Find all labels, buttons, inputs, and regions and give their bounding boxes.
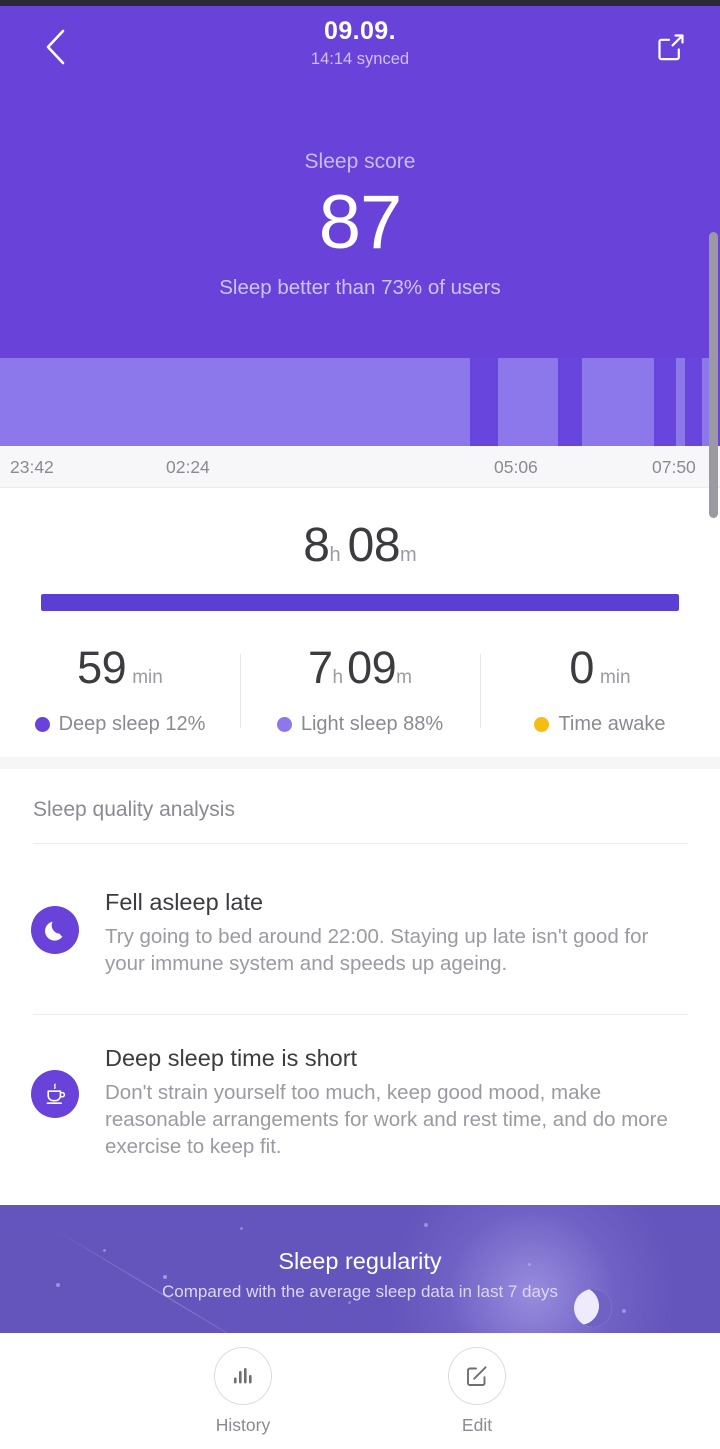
axis-tick: 02:24 <box>166 457 210 477</box>
tip-icon-badge <box>31 906 79 954</box>
hypnogram-segment-deep <box>558 358 584 446</box>
edit-icon-circle <box>448 1347 506 1405</box>
axis-tick: 05:06 <box>494 457 538 477</box>
time-awake-legend-label: Time awake <box>558 713 666 735</box>
edit-square-icon <box>467 1366 487 1386</box>
history-label: History <box>215 1415 271 1435</box>
hypnogram-segment-deep <box>685 358 703 446</box>
sleep-score-block: Sleep score 87 Sleep better than 73% of … <box>0 148 720 302</box>
time-awake-number: 0 <box>569 642 594 693</box>
tip-icon-badge <box>31 1070 79 1118</box>
share-external-icon <box>658 34 684 61</box>
page-title: 09.09. <box>324 17 396 45</box>
total-sleep-duration: 8h 08m <box>0 518 720 574</box>
history-button[interactable]: History <box>173 1347 313 1437</box>
light-sleep-hours-unit: h <box>332 667 344 688</box>
light-sleep-legend-label: Light sleep 88% <box>300 713 444 735</box>
hypnogram-segment-deep <box>654 358 677 446</box>
progress-fill <box>41 594 679 611</box>
bottom-action-bar: History Edit <box>0 1333 720 1449</box>
regularity-subtitle: Compared with the average sleep data in … <box>162 1282 558 1301</box>
light-sleep-minutes-unit: m <box>396 667 412 688</box>
deep-sleep-number: 59 <box>77 642 127 693</box>
tip-description: Don't strain yourself too much, keep goo… <box>105 1081 668 1158</box>
duration-hours: 8 <box>303 519 330 572</box>
star-decoration <box>240 1227 243 1230</box>
sync-status-label: 14:14 synced <box>310 50 410 68</box>
sleep-duration-progress-bar <box>41 594 679 611</box>
sleep-regularity-banner[interactable]: Sleep regularity Compared with the avera… <box>0 1205 720 1333</box>
edit-button[interactable]: Edit <box>407 1347 547 1437</box>
regularity-title: Sleep regularity <box>278 1248 442 1274</box>
hypnogram-segment-light <box>497 358 559 446</box>
tip-title: Fell asleep late <box>105 889 264 915</box>
light-sleep-hours: 7 <box>308 642 333 693</box>
time-awake-legend: Time awake <box>480 711 720 737</box>
duration-minutes-unit: m <box>400 544 417 566</box>
coffee-cup-icon <box>46 1083 65 1104</box>
sleep-detail-screen: 09.09. 14:14 synced Sleep score 87 Sleep… <box>0 0 720 1449</box>
deep-sleep-color-dot <box>34 716 50 732</box>
time-awake-color-dot <box>534 716 550 732</box>
light-sleep-color-dot <box>276 716 292 732</box>
hypnogram-chart[interactable] <box>0 358 720 446</box>
duration-minutes: 08 <box>347 519 401 572</box>
regularity-text-block: Sleep regularity Compared with the avera… <box>0 1245 720 1304</box>
axis-tick: 07:50 <box>652 457 696 477</box>
hypnogram-time-axis: 23:42 02:24 05:06 07:50 <box>0 446 720 488</box>
analysis-tip-deep-sleep-short[interactable]: Deep sleep time is short Don't strain yo… <box>0 1036 720 1176</box>
bar-chart-icon <box>234 1368 252 1384</box>
sleep-score-comparison: Sleep better than 73% of users <box>219 276 501 299</box>
analysis-divider <box>33 843 688 844</box>
time-awake-unit: min <box>599 667 631 688</box>
tip-description: Try going to bed around 22:00. Staying u… <box>105 925 649 975</box>
title-block: 09.09. 14:14 synced <box>0 16 720 70</box>
stat-light-sleep: 7h09m Light sleep 88% <box>240 640 480 737</box>
deep-sleep-value: 59 min <box>0 640 240 707</box>
star-decoration <box>424 1223 428 1227</box>
hypnogram-segment-light <box>582 358 656 446</box>
stat-deep-sleep: 59 min Deep sleep 12% <box>0 640 240 737</box>
history-icon-circle <box>214 1347 272 1405</box>
section-separator <box>0 757 720 769</box>
star-decoration <box>622 1309 626 1313</box>
time-awake-value: 0 min <box>480 640 720 707</box>
deep-sleep-unit: min <box>132 667 163 688</box>
hypnogram-segment-deep <box>470 358 499 446</box>
sleep-score-value: 87 <box>318 180 403 265</box>
axis-tick: 23:42 <box>10 457 54 477</box>
deep-sleep-legend-label: Deep sleep 12% <box>58 713 206 735</box>
crescent-moon-icon <box>45 921 63 941</box>
deep-sleep-legend: Deep sleep 12% <box>0 711 240 737</box>
tip-title: Deep sleep time is short <box>105 1045 358 1071</box>
top-app-bar: 09.09. 14:14 synced <box>0 6 720 84</box>
light-sleep-value: 7h09m <box>240 640 480 707</box>
vertical-scrollbar[interactable] <box>709 232 718 518</box>
sleep-score-hero: 09.09. 14:14 synced Sleep score 87 Sleep… <box>0 0 720 358</box>
edit-label: Edit <box>461 1415 493 1435</box>
sleep-quality-analysis-title: Sleep quality analysis <box>33 798 235 821</box>
analysis-tip-fell-asleep-late[interactable]: Fell asleep late Try going to bed around… <box>0 878 720 998</box>
tip-body: Fell asleep late Try going to bed around… <box>105 886 687 977</box>
sleep-score-label: Sleep score <box>304 150 416 173</box>
duration-hours-unit: h <box>329 544 341 566</box>
tip-body: Deep sleep time is short Don't strain yo… <box>105 1042 687 1160</box>
light-sleep-minutes: 09 <box>347 642 397 693</box>
share-button[interactable] <box>644 20 698 74</box>
light-sleep-legend: Light sleep 88% <box>240 711 480 737</box>
analysis-divider <box>33 1014 688 1015</box>
sleep-stats-row: 59 min Deep sleep 12% 7h09m Light sleep 8… <box>0 640 720 740</box>
hypnogram-segment-light <box>0 358 472 446</box>
stat-time-awake: 0 min Time awake <box>480 640 720 737</box>
